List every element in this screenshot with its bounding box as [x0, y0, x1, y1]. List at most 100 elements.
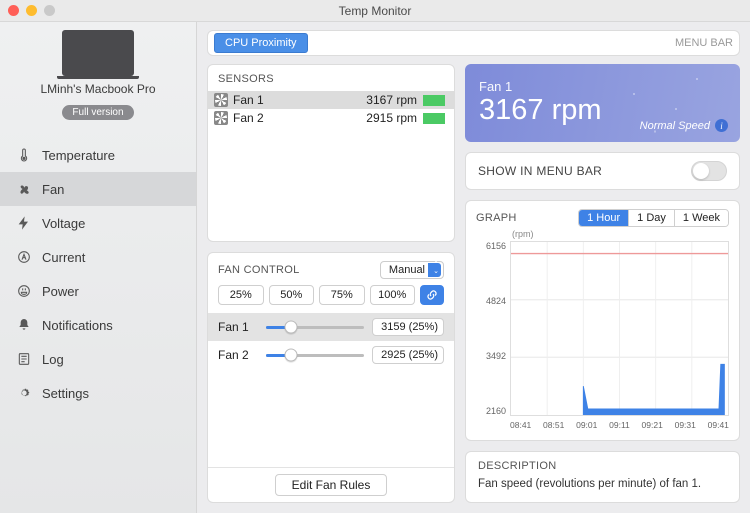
topbar: CPU Proximity MENU BAR	[207, 30, 740, 56]
ampere-icon	[16, 249, 32, 265]
sensor-value: 2915 rpm	[366, 111, 417, 125]
sensor-row[interactable]: Fan 2 2915 rpm	[208, 109, 454, 127]
graph-unit: (rpm)	[476, 229, 729, 239]
sidebar-item-voltage[interactable]: Voltage	[0, 206, 196, 240]
window-controls	[8, 5, 55, 16]
close-icon[interactable]	[8, 5, 19, 16]
sidebar: LMinh's Macbook Pro Full version Tempera…	[0, 22, 197, 513]
sidebar-item-temperature[interactable]: Temperature	[0, 138, 196, 172]
ytick: 4824	[476, 296, 506, 306]
sidebar-item-label: Notifications	[42, 318, 113, 333]
y-axis: 6156 4824 3492 2160	[476, 241, 506, 416]
window-title: Temp Monitor	[0, 4, 750, 18]
fan-slider[interactable]	[266, 354, 364, 357]
zoom-icon[interactable]	[44, 5, 55, 16]
bolt-icon	[16, 215, 32, 231]
link-icon	[426, 289, 438, 301]
content: CPU Proximity MENU BAR SENSORS Fan 1 316…	[197, 22, 750, 513]
fan-control-title: FAN CONTROL	[218, 264, 300, 276]
description-text: Fan speed (revolutions per minute) of fa…	[478, 478, 727, 490]
bell-icon	[16, 317, 32, 333]
hero-status-text: Normal Speed	[640, 120, 710, 132]
fan-control-row[interactable]: Fan 2 2925 (25%)	[208, 341, 454, 369]
sidebar-item-label: Log	[42, 352, 64, 367]
sidebar-item-label: Fan	[42, 182, 64, 197]
minimize-icon[interactable]	[26, 5, 37, 16]
sidebar-item-label: Voltage	[42, 216, 85, 231]
sidebar-item-current[interactable]: Current	[0, 240, 196, 274]
fan-control-panel: FAN CONTROL Manual 25% 50% 75% 100%	[207, 252, 455, 503]
xtick: 09:11	[609, 420, 630, 430]
sensor-bar	[423, 113, 445, 124]
sidebar-item-label: Settings	[42, 386, 89, 401]
edit-fan-rules-button[interactable]: Edit Fan Rules	[275, 474, 388, 496]
thermometer-icon	[16, 147, 32, 163]
preset-25-button[interactable]: 25%	[218, 285, 264, 305]
show-in-menubar-switch[interactable]	[691, 161, 727, 181]
sidebar-item-label: Current	[42, 250, 85, 265]
titlebar: Temp Monitor	[0, 0, 750, 22]
fan-icon	[214, 111, 228, 125]
link-fans-button[interactable]	[420, 285, 444, 305]
xtick: 09:31	[675, 420, 696, 430]
sidebar-item-power[interactable]: Power	[0, 274, 196, 308]
fan-value-field[interactable]: 3159 (25%)	[372, 318, 444, 336]
show-in-menubar-label: SHOW IN MENU BAR	[478, 164, 602, 178]
xtick: 09:21	[642, 420, 663, 430]
plug-icon	[16, 283, 32, 299]
hero-panel: Fan 1 3167 rpm Normal Speed i	[465, 64, 740, 142]
license-badge: Full version	[62, 105, 133, 120]
sensors-title: SENSORS	[208, 65, 454, 91]
sensor-name: Fan 2	[233, 111, 366, 125]
preset-50-button[interactable]: 50%	[269, 285, 315, 305]
sidebar-item-settings[interactable]: Settings	[0, 376, 196, 410]
xtick: 08:41	[510, 420, 531, 430]
sensor-row[interactable]: Fan 1 3167 rpm	[208, 91, 454, 109]
preset-75-button[interactable]: 75%	[319, 285, 365, 305]
sensor-name: Fan 1	[233, 93, 366, 107]
gear-icon	[16, 385, 32, 401]
xtick: 08:51	[543, 420, 564, 430]
show-in-menubar-row: SHOW IN MENU BAR	[465, 152, 740, 190]
fan-value-field[interactable]: 2925 (25%)	[372, 346, 444, 364]
ytick: 2160	[476, 406, 506, 416]
fan-slider[interactable]	[266, 326, 364, 329]
laptop-icon	[62, 30, 134, 76]
fan-name: Fan 2	[218, 348, 258, 362]
sidebar-item-label: Power	[42, 284, 79, 299]
range-1hour-button[interactable]: 1 Hour	[579, 210, 628, 226]
sidebar-item-fan[interactable]: Fan	[0, 172, 196, 206]
sidebar-item-notifications[interactable]: Notifications	[0, 308, 196, 342]
info-icon[interactable]: i	[715, 119, 728, 132]
menubar-button[interactable]: MENU BAR	[675, 37, 733, 49]
graph-plot: 6156 4824 3492 2160	[476, 241, 729, 430]
range-1day-button[interactable]: 1 Day	[628, 210, 674, 226]
sensor-bar	[423, 95, 445, 106]
fan-icon	[16, 181, 32, 197]
sensors-panel: SENSORS Fan 1 3167 rpm Fan 2 2915 rpm	[207, 64, 455, 242]
mode-select[interactable]: Manual	[380, 261, 444, 279]
hero-status: Normal Speed i	[640, 119, 728, 132]
device-name: LMinh's Macbook Pro	[0, 82, 196, 96]
xtick: 09:41	[708, 420, 729, 430]
log-icon	[16, 351, 32, 367]
graph-title: GRAPH	[476, 212, 517, 224]
description-panel: DESCRIPTION Fan speed (revolutions per m…	[465, 451, 740, 503]
description-title: DESCRIPTION	[478, 460, 727, 472]
fan-icon	[214, 93, 228, 107]
preset-100-button[interactable]: 100%	[370, 285, 416, 305]
sensor-chip[interactable]: CPU Proximity	[214, 33, 308, 53]
fan-control-row[interactable]: Fan 1 3159 (25%)	[208, 313, 454, 341]
xtick: 09:01	[576, 420, 597, 430]
sidebar-item-log[interactable]: Log	[0, 342, 196, 376]
sensor-value: 3167 rpm	[366, 93, 417, 107]
plot-area	[510, 241, 729, 416]
range-1week-button[interactable]: 1 Week	[674, 210, 728, 226]
ytick: 3492	[476, 351, 506, 361]
mode-select-value: Manual	[380, 261, 444, 279]
sidebar-item-label: Temperature	[42, 148, 115, 163]
graph-panel: GRAPH 1 Hour 1 Day 1 Week (rpm) 6156 482…	[465, 200, 740, 441]
x-axis: 08:41 08:51 09:01 09:11 09:21 09:31 09:4…	[510, 420, 729, 430]
ytick: 6156	[476, 241, 506, 251]
fan-name: Fan 1	[218, 320, 258, 334]
